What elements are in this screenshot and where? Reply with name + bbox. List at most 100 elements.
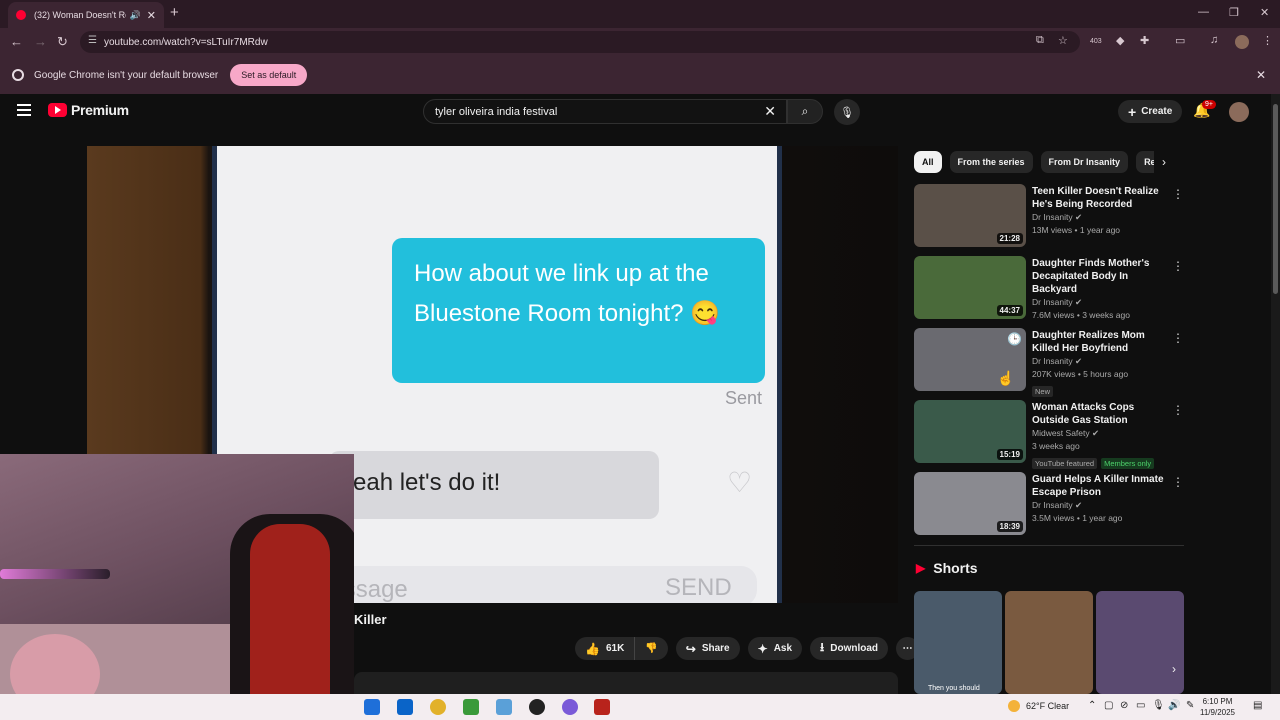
rec-title[interactable]: Woman Attacks Cops Outside Gas Station [1032,401,1170,427]
scrollbar-thumb[interactable] [1273,104,1278,294]
minecraft-icon[interactable] [463,699,479,715]
chip-all[interactable]: All [914,151,942,173]
system-clock[interactable]: 6:10 PM 11/9/2025 [1200,696,1235,718]
search-input[interactable]: tyler oliveira india festival ✕ [423,99,787,124]
dislike-button[interactable]: 👎 [634,637,668,660]
rec-menu-icon[interactable]: ⋮ [1172,475,1184,489]
short-item[interactable]: Then you should [914,591,1002,694]
infobar-message: Google Chrome isn't your default browser [34,69,219,81]
notification-center-icon[interactable]: ▤ [1253,700,1262,711]
tray-chevron-icon[interactable]: ⌃ [1088,700,1096,711]
like-button[interactable]: 👍 61K [575,637,635,660]
recommendation-item[interactable]: 18:39 Guard Helps A Killer Inmate Escape… [914,472,1184,540]
bookmark-star-icon[interactable]: ☆ [1058,34,1068,47]
duration-badge: 21:28 [996,233,1023,244]
weather-widget[interactable]: 62°F Clear [1008,700,1069,712]
video-thumbnail[interactable]: 21:28 [914,184,1026,247]
share-button[interactable]: ↪ Share [675,637,740,660]
puzzle-icon[interactable]: ✚ [1140,34,1149,47]
watch-later-icon[interactable]: 🕒 [1007,332,1022,346]
guide-menu-icon[interactable] [17,104,31,116]
mic-tray-icon[interactable]: 🎙 [1152,700,1165,711]
rec-title[interactable]: Guard Helps A Killer Inmate Escape Priso… [1032,473,1170,499]
rec-title[interactable]: Teen Killer Doesn't Realize He's Being R… [1032,185,1170,211]
copilot-icon[interactable] [496,699,512,715]
account-avatar[interactable] [1229,102,1249,122]
rec-menu-icon[interactable]: ⋮ [1172,259,1184,273]
extension-icon[interactable]: ◆ [1116,34,1124,47]
media-icon[interactable]: ♫ [1210,34,1218,46]
rec-channel[interactable]: Midwest Safety ✔ [1032,427,1170,440]
recommendation-item[interactable]: 🕒 Daughter Realizes Mom Killed Her Boyfr… [914,328,1184,397]
set-default-button[interactable]: Set as default [230,64,308,86]
video-thumbnail[interactable]: 18:39 [914,472,1026,535]
address-bar[interactable]: ☰ youtube.com/watch?v=sLTuIr7MRdw [80,31,1080,53]
app-icon[interactable] [529,699,545,715]
rec-channel[interactable]: Dr Insanity ✔ [1032,355,1170,368]
rec-title[interactable]: Daughter Finds Mother's Decapitated Body… [1032,257,1170,296]
description-box[interactable] [354,672,898,696]
rec-title[interactable]: Daughter Realizes Mom Killed Her Boyfrie… [1032,329,1170,355]
extension-badge[interactable]: 403 [1090,38,1102,45]
recommendation-item[interactable]: 21:28 Teen Killer Doesn't Realize He's B… [914,184,1184,252]
youtube-logo[interactable]: Premium [48,102,129,118]
game-icon[interactable] [594,699,610,715]
chip-from-series[interactable]: From the series [949,151,1033,173]
back-icon[interactable]: ← [10,34,23,49]
rec-channel[interactable]: Dr Insanity ✔ [1032,499,1170,512]
video-thumbnail[interactable]: 15:19 [914,400,1026,463]
reload-icon[interactable]: ↻ [57,34,68,50]
forward-icon[interactable]: → [34,34,47,49]
rec-menu-icon[interactable]: ⋮ [1172,403,1184,417]
rec-channel[interactable]: Dr Insanity ✔ [1032,296,1170,309]
windows-start-icon[interactable] [364,699,380,715]
restore-icon[interactable]: ❐ [1229,6,1239,19]
voice-search-button[interactable]: 🎙 [834,99,860,125]
rec-menu-icon[interactable]: ⋮ [1172,187,1184,201]
chip-related[interactable]: Rel [1136,151,1154,173]
page-scrollbar[interactable] [1271,94,1280,694]
create-button[interactable]: + Create [1118,100,1183,123]
new-tab-button[interactable]: + [170,4,179,21]
chip-from-channel[interactable]: From Dr Insanity [1040,151,1129,173]
shorts-icon: ▶ [916,561,926,575]
audio-icon[interactable]: 🔊 [130,10,141,21]
rec-menu-icon[interactable]: ⋮ [1172,331,1184,345]
download-button[interactable]: ⭳ Download [810,637,889,660]
pen-icon[interactable]: ✎ [1186,700,1194,711]
infobar-close-icon[interactable]: ✕ [1256,68,1266,82]
search-icon: ⌕ [801,104,809,118]
discord-icon[interactable] [562,699,578,715]
video-thumbnail[interactable]: 44:37 [914,256,1026,319]
outlook-icon[interactable] [397,699,413,715]
ask-button[interactable]: ✦ Ask [747,637,803,660]
short-item[interactable] [1096,591,1184,694]
search-button[interactable]: ⌕ [787,99,823,124]
sent-message-bubble: How about we link up at the Bluestone Ro… [392,238,765,383]
tray-app-icon[interactable]: ⊘ [1120,700,1128,711]
browser-tab[interactable]: (32) Woman Doesn't Realiz 🔊 ✕ [8,2,164,28]
rec-meta: 13M views • 1 year ago [1032,225,1121,235]
recommendation-list: 21:28 Teen Killer Doesn't Realize He's B… [914,184,1184,544]
window-close-icon[interactable]: ✕ [1260,6,1269,19]
chips-next-icon[interactable]: › [1162,155,1166,169]
install-app-icon[interactable]: ⧉ [1036,34,1044,47]
tray-app-icon[interactable]: ▢ [1104,700,1113,711]
site-info-icon[interactable]: ☰ [88,35,97,46]
volume-icon[interactable]: 🔊 [1168,700,1180,711]
tab-title: (32) Woman Doesn't Realiz [34,10,126,20]
shorts-next-icon[interactable]: › [1172,662,1176,676]
recommendation-item[interactable]: 15:19 Woman Attacks Cops Outside Gas Sta… [914,400,1184,469]
tray-app-icon[interactable]: ▭ [1136,700,1145,711]
sidepanel-icon[interactable]: ▭ [1175,34,1185,47]
chrome-taskbar-icon[interactable] [430,699,446,715]
minimize-icon[interactable]: — [1198,6,1209,18]
clear-search-icon[interactable]: ✕ [764,103,776,120]
webcam-overlay [0,454,354,720]
rec-channel[interactable]: Dr Insanity ✔ [1032,211,1170,224]
short-item[interactable] [1005,591,1093,694]
profile-avatar[interactable] [1235,35,1249,49]
recommendation-item[interactable]: 44:37 Daughter Finds Mother's Decapitate… [914,256,1184,324]
menu-icon[interactable]: ⋮ [1262,34,1273,47]
tab-close-icon[interactable]: ✕ [147,9,156,22]
